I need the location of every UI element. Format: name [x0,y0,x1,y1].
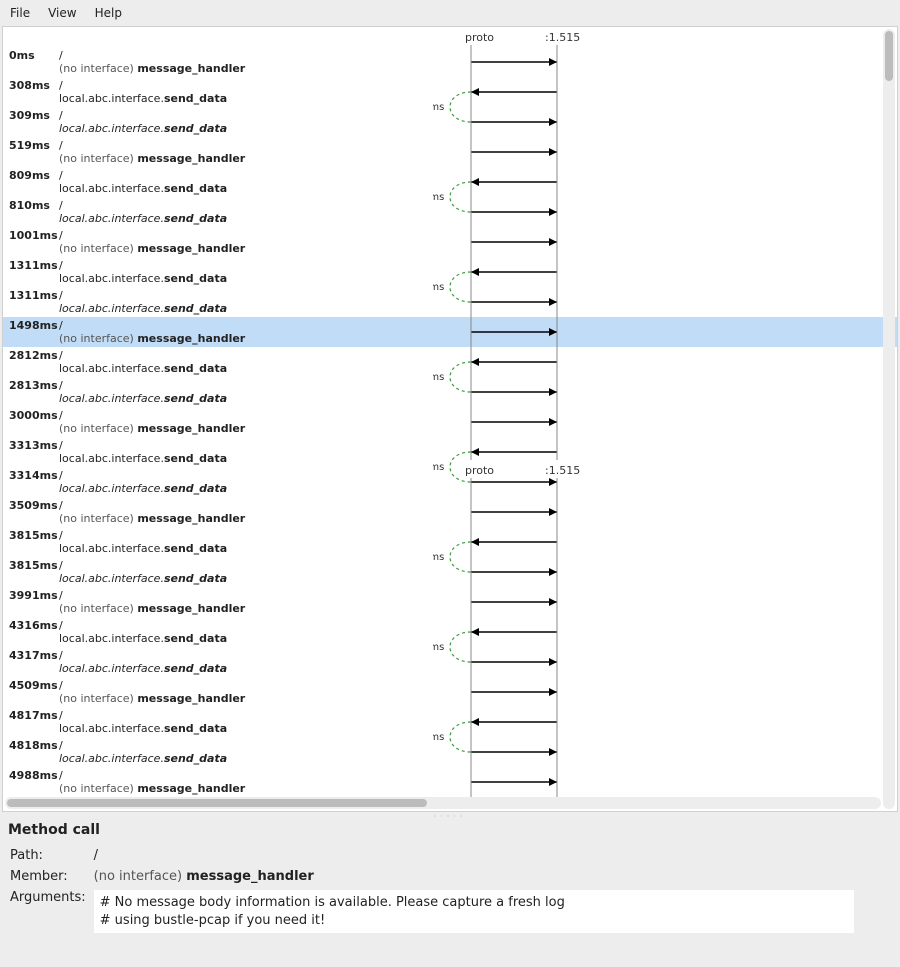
timestamp: 1498ms [3,317,59,332]
timestamp: 1311ms [3,287,59,302]
message-text: /local.abc.interface.send_data [59,107,429,135]
timestamp: 4817ms [3,707,59,722]
message-text: /local.abc.interface.send_data [59,467,429,495]
svg-text:0ms: 0ms [433,282,444,293]
timestamp: 4988ms [3,767,59,782]
timestamp: 309ms [3,107,59,122]
message-text: /(no interface) message_handler [59,587,429,615]
svg-text:0ms: 0ms [433,732,444,743]
message-text: /(no interface) message_handler [59,47,429,75]
timestamp: 308ms [3,77,59,92]
message-text: /(no interface) message_handler [59,677,429,705]
sequence-diagram: proto :1.515 0ms 0ms 0ms 0ms proto :1.515 0ms 0ms… [433,27,633,801]
path-value: / [94,846,860,865]
message-text: /(no interface) message_handler [59,407,429,435]
timestamp: 3509ms [3,497,59,512]
timestamp: 0ms [3,47,59,62]
message-text: /local.abc.interface.send_data [59,617,429,645]
timestamp: 4316ms [3,617,59,632]
timestamp: 4317ms [3,647,59,662]
menu-view[interactable]: View [48,6,76,20]
svg-text:0ms: 0ms [433,642,444,653]
trace-pane: 0ms/(no interface) message_handler308ms/… [2,26,898,812]
message-text: /local.abc.interface.send_data [59,437,429,465]
message-text: /local.abc.interface.send_data [59,647,429,675]
member-value: (no interface) message_handler [94,867,860,886]
details-pane: Method call Path: / Member: (no interfac… [0,816,900,961]
timestamp: 3815ms [3,557,59,572]
message-text: /local.abc.interface.send_data [59,737,429,765]
timestamp: 2813ms [3,377,59,392]
timestamp: 809ms [3,167,59,182]
message-text: /(no interface) message_handler [59,767,429,795]
timestamp: 1001ms [3,227,59,242]
menubar: File View Help [0,0,900,26]
vertical-scrollbar[interactable] [883,29,895,809]
horizontal-scrollbar[interactable] [5,797,881,809]
member-label: Member: [10,867,92,886]
message-text: /local.abc.interface.send_data [59,257,429,285]
arguments-value: # No message body information is availab… [94,890,854,933]
timestamp: 2812ms [3,347,59,362]
message-text: /(no interface) message_handler [59,497,429,525]
timestamp: 1311ms [3,257,59,272]
svg-text:0ms: 0ms [433,552,444,563]
timestamp: 4818ms [3,737,59,752]
arguments-label: Arguments: [10,888,92,935]
timestamp: 3991ms [3,587,59,602]
svg-text:0ms: 0ms [433,372,444,383]
svg-text:0ms: 0ms [433,192,444,203]
timestamp: 3313ms [3,437,59,452]
details-title: Method call [8,822,892,838]
timestamp: 3314ms [3,467,59,482]
message-text: /local.abc.interface.send_data [59,77,429,105]
scroll-thumb[interactable] [885,31,893,81]
timestamp: 810ms [3,197,59,212]
svg-text::1.515: :1.515 [545,31,580,44]
message-text: /local.abc.interface.send_data [59,527,429,555]
message-text: /local.abc.interface.send_data [59,347,429,375]
svg-text:proto: proto [465,464,494,477]
message-text: /local.abc.interface.send_data [59,377,429,405]
timestamp: 3815ms [3,527,59,542]
message-text: /(no interface) message_handler [59,317,429,345]
message-text: /local.abc.interface.send_data [59,557,429,585]
svg-text:proto: proto [465,31,494,44]
path-label: Path: [10,846,92,865]
menu-help[interactable]: Help [95,6,122,20]
message-text: /local.abc.interface.send_data [59,197,429,225]
svg-text::1.515: :1.515 [545,464,580,477]
hscroll-thumb[interactable] [7,799,427,807]
timestamp: 519ms [3,137,59,152]
menu-file[interactable]: File [10,6,30,20]
timestamp: 4509ms [3,677,59,692]
message-text: /local.abc.interface.send_data [59,287,429,315]
message-text: /local.abc.interface.send_data [59,707,429,735]
message-text: /(no interface) message_handler [59,137,429,165]
message-text: /local.abc.interface.send_data [59,167,429,195]
svg-text:0ms: 0ms [433,102,444,113]
timestamp: 3000ms [3,407,59,422]
svg-text:0ms: 0ms [433,462,444,473]
message-text: /(no interface) message_handler [59,227,429,255]
